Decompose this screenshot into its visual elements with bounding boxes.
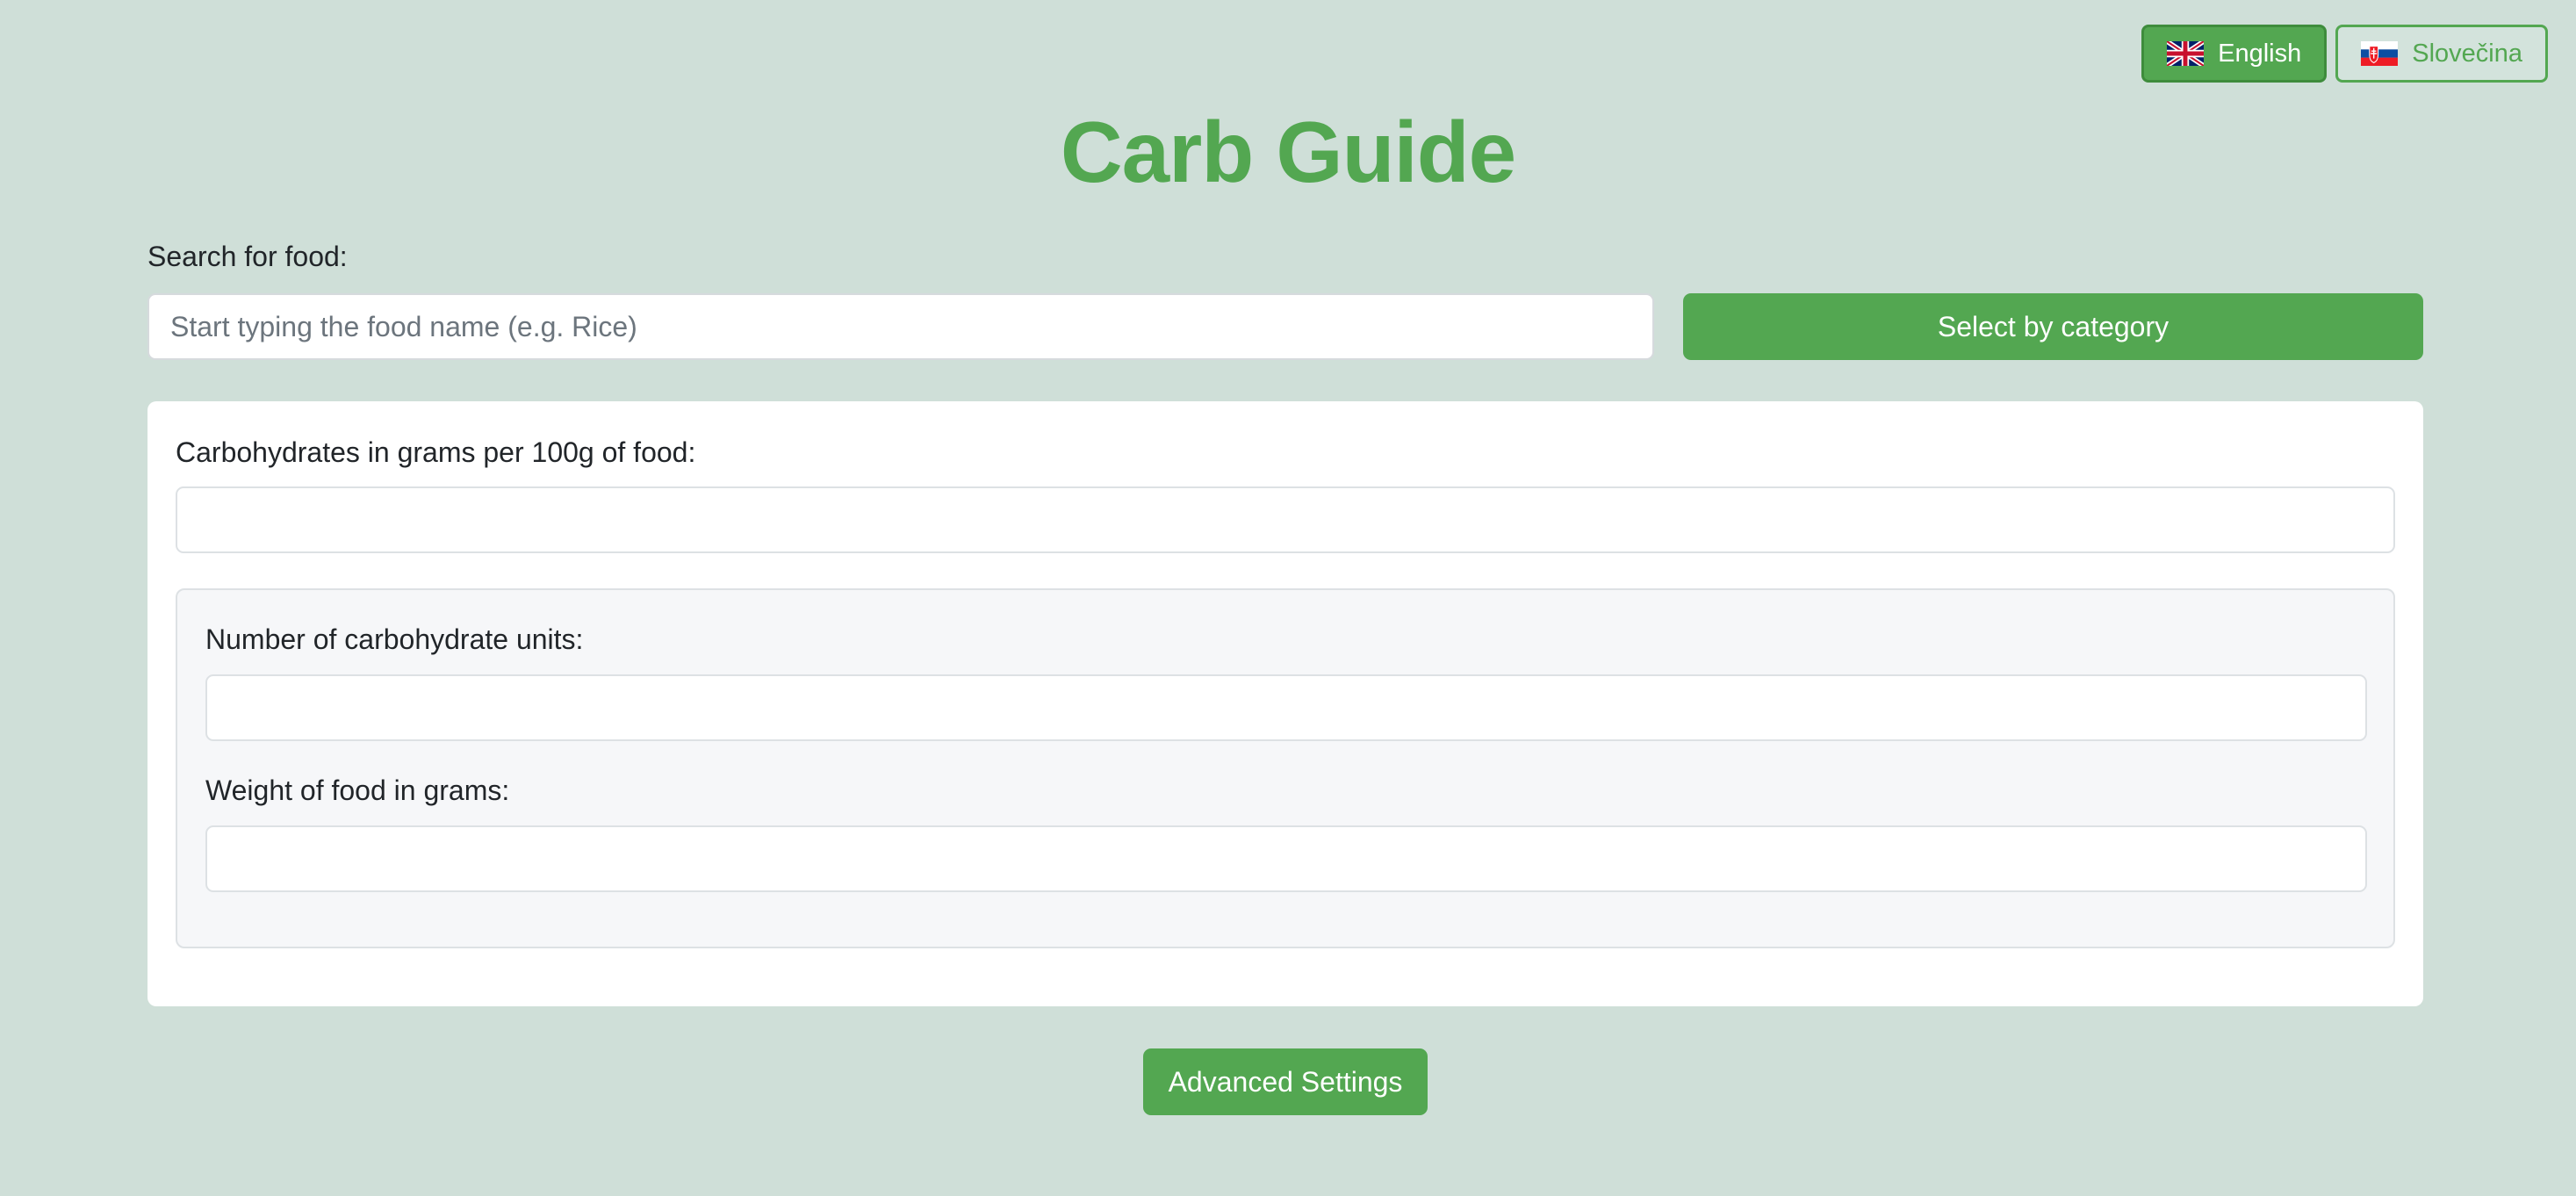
- carb-units-label: Number of carbohydrate units:: [205, 623, 584, 655]
- food-weight-label: Weight of food in grams:: [205, 775, 510, 806]
- carb-units-input[interactable]: [205, 674, 2367, 741]
- search-label: Search for food:: [148, 241, 348, 272]
- food-weight-input[interactable]: [205, 825, 2367, 892]
- advanced-settings-button[interactable]: Advanced Settings: [1143, 1048, 1428, 1115]
- page-title: Carb Guide: [1060, 104, 1516, 200]
- select-by-category-button[interactable]: Select by category: [1683, 293, 2423, 360]
- slovakia-flag-icon: [2361, 41, 2399, 66]
- calculator-card: Carbohydrates in grams per 100g of food:…: [148, 401, 2423, 1006]
- language-switcher: English Slovečina: [2141, 25, 2548, 83]
- uk-flag-icon: [2167, 41, 2205, 66]
- units-weight-panel: Number of carbohydrate units: Weight of …: [176, 588, 2395, 948]
- language-button-english[interactable]: English: [2141, 25, 2328, 83]
- language-button-slovak[interactable]: Slovečina: [2335, 25, 2548, 83]
- food-search-input[interactable]: [148, 293, 1654, 360]
- carbs-per-100g-label: Carbohydrates in grams per 100g of food:: [176, 436, 696, 468]
- language-label-english: English: [2218, 39, 2302, 68]
- language-label-slovak: Slovečina: [2412, 39, 2522, 68]
- carbs-per-100g-input[interactable]: [176, 486, 2395, 553]
